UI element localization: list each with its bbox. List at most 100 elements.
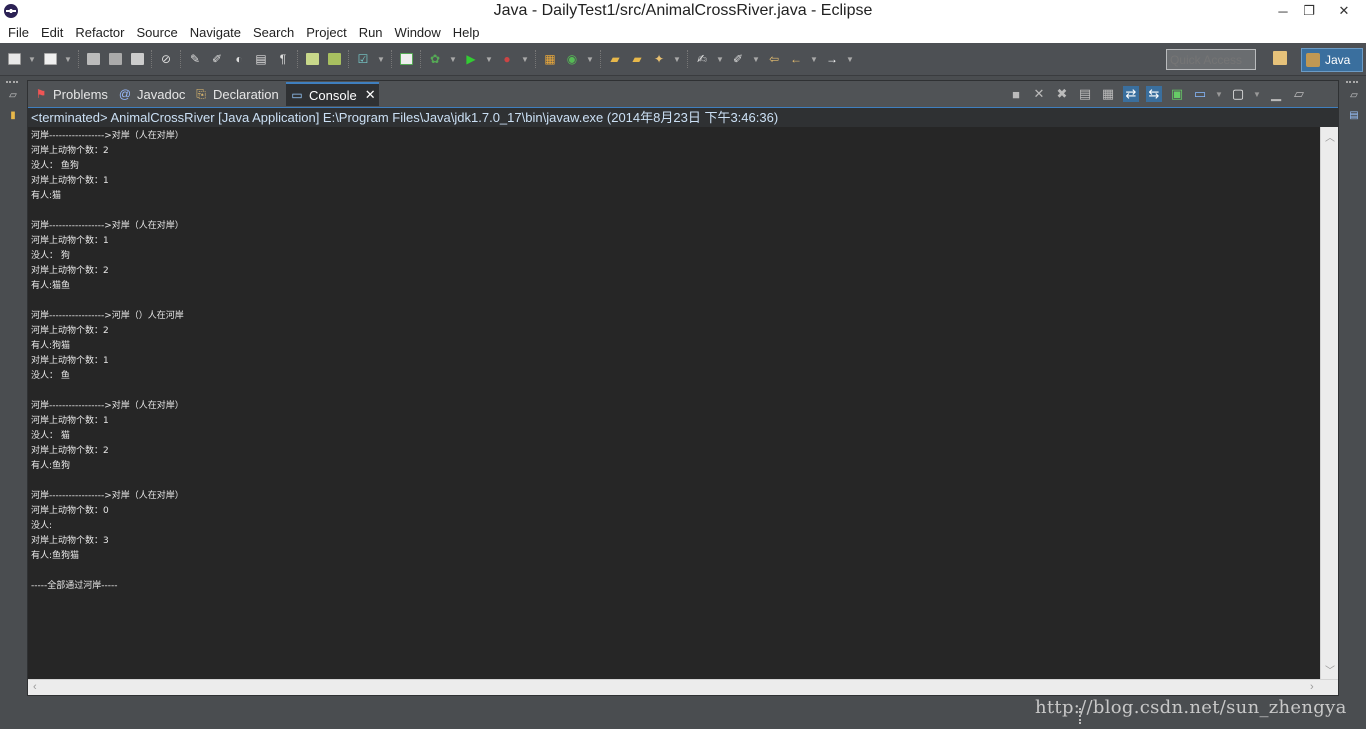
forward-dropdown-icon[interactable]: ▼	[846, 51, 854, 67]
open-folder-icon[interactable]: ▰	[607, 51, 623, 67]
open-task-icon[interactable]: ▰	[629, 51, 645, 67]
pin-console-icon[interactable]: ▣	[1169, 86, 1185, 102]
new-java-project-icon[interactable]: ▦	[542, 51, 558, 67]
remove-all-terminated-icon[interactable]: ✖	[1054, 86, 1070, 102]
clear-console-icon[interactable]: ▤	[1077, 86, 1093, 102]
menu-navigate[interactable]: Navigate	[184, 25, 247, 40]
horizontal-scrollbar[interactable]: ‹ ›	[28, 679, 1338, 695]
wizard-dropdown-icon[interactable]: ▼	[64, 51, 72, 67]
menu-help[interactable]: Help	[447, 25, 486, 40]
menu-file[interactable]: File	[2, 25, 35, 40]
remove-launch-icon[interactable]: ✕	[1031, 86, 1047, 102]
show-whitespace-icon[interactable]: ¶	[275, 51, 291, 67]
forward-icon[interactable]: →	[824, 51, 840, 67]
new-wizard-icon[interactable]	[42, 51, 58, 67]
back-icon[interactable]: ←	[788, 51, 804, 67]
run-icon[interactable]: ▶	[463, 51, 479, 67]
restore-icon[interactable]: ▱	[7, 91, 19, 101]
block-selection-icon[interactable]: ▤	[253, 51, 269, 67]
quick-access-input[interactable]	[1166, 49, 1256, 70]
close-tab-icon[interactable]: ✕	[365, 87, 376, 103]
scroll-left-icon[interactable]: ‹	[33, 681, 37, 693]
menu-refactor[interactable]: Refactor	[69, 25, 130, 40]
close-button[interactable]: ✕	[1322, 0, 1366, 22]
tab-label: Problems	[53, 86, 108, 102]
new-dropdown-icon[interactable]: ▼	[28, 51, 36, 67]
menu-window[interactable]: Window	[389, 25, 447, 40]
minimize-button[interactable]: ─	[1270, 0, 1296, 22]
console-line: 河岸----------------->对岸（人在对岸）	[31, 401, 184, 411]
open-console-icon[interactable]: ▢	[1230, 86, 1246, 102]
menu-project[interactable]: Project	[300, 25, 352, 40]
terminate-icon[interactable]: ■	[1008, 86, 1024, 102]
vertical-scrollbar[interactable]: ︿ ﹀	[1320, 127, 1338, 679]
tab-javadoc[interactable]: @ Javadoc	[114, 82, 186, 106]
console-output[interactable]: 河岸----------------->对岸（人在对岸） 河岸上动物个数：2 没人：…	[28, 127, 1320, 679]
restore-button[interactable]: ❐	[1296, 0, 1322, 22]
scroll-down-icon[interactable]: ﹀	[1325, 662, 1335, 677]
toggle-comment-icon[interactable]: ✎	[187, 51, 203, 67]
next-edit-dropdown-icon[interactable]: ▼	[716, 51, 724, 67]
scroll-up-icon[interactable]: ︿	[1325, 129, 1335, 144]
restore-icon[interactable]: ▱	[1348, 91, 1360, 101]
menu-edit[interactable]: Edit	[35, 25, 69, 40]
external-tools-icon[interactable]: ●	[499, 51, 515, 67]
open-console-dropdown-icon[interactable]: ▼	[1253, 86, 1261, 102]
previous-annotation-icon[interactable]	[326, 51, 342, 67]
tab-label: Declaration	[213, 86, 279, 102]
console-line: -----全部通过河岸-----	[31, 581, 118, 591]
console-line: 对岸上动物个数：2	[31, 446, 109, 456]
minimize-view-icon[interactable]: ▁	[1268, 86, 1284, 102]
console-line: 河岸上动物个数：2	[31, 326, 109, 336]
new-class-icon[interactable]: ◉	[564, 51, 580, 67]
next-edit-icon[interactable]: ✍	[694, 51, 710, 67]
back-dropdown-icon[interactable]: ▼	[810, 51, 818, 67]
package-explorer-icon[interactable]: ▮	[7, 111, 19, 121]
tab-label: Console	[309, 87, 357, 103]
search-icon[interactable]: ✦	[651, 51, 667, 67]
save-icon[interactable]	[85, 51, 101, 67]
back-edit-icon[interactable]: ⇦	[766, 51, 782, 67]
new-icon[interactable]	[6, 51, 22, 67]
external-tools-dropdown-icon[interactable]: ▼	[521, 51, 529, 67]
console-icon: ▭	[291, 88, 303, 102]
scroll-right-icon[interactable]: ›	[1310, 681, 1314, 693]
scroll-lock-icon[interactable]: ▦	[1100, 86, 1116, 102]
tab-declaration[interactable]: ⎘ Declaration	[190, 82, 279, 106]
show-on-output-icon[interactable]: ⇆	[1146, 86, 1162, 102]
word-wrap-icon[interactable]: ⇄	[1123, 86, 1139, 102]
menu-search[interactable]: Search	[247, 25, 300, 40]
open-perspective-icon[interactable]	[1273, 51, 1289, 67]
debug-dropdown-icon[interactable]: ▼	[449, 51, 457, 67]
console-line: 对岸上动物个数：1	[31, 176, 109, 186]
search-dropdown-icon[interactable]: ▼	[673, 51, 681, 67]
display-console-dropdown-icon[interactable]: ▼	[1215, 86, 1223, 102]
console-line: 有人:鱼狗猫	[31, 551, 80, 561]
debug-icon[interactable]: ✿	[427, 51, 443, 67]
task-dropdown-icon[interactable]: ▼	[377, 51, 385, 67]
maximize-view-icon[interactable]: ▱	[1291, 86, 1307, 102]
tab-problems[interactable]: ⚑ Problems	[30, 82, 108, 106]
next-annotation-icon[interactable]	[304, 51, 320, 67]
highlight-icon[interactable]: ✐	[209, 51, 225, 67]
outline-icon[interactable]: ▤	[1348, 111, 1360, 121]
new-class-dropdown-icon[interactable]: ▼	[586, 51, 594, 67]
console-line: 对岸上动物个数：3	[31, 536, 109, 546]
last-edit-icon[interactable]: ✐	[730, 51, 746, 67]
display-console-icon[interactable]: ▭	[1192, 86, 1208, 102]
run-dropdown-icon[interactable]: ▼	[485, 51, 493, 67]
last-edit-dropdown-icon[interactable]: ▼	[752, 51, 760, 67]
declaration-icon: ⎘	[196, 86, 206, 101]
tab-console[interactable]: ▭ Console ✕	[286, 82, 379, 106]
skip-breakpoints-icon[interactable]: ⊘	[158, 51, 174, 67]
open-type-icon[interactable]	[398, 51, 414, 67]
print-icon[interactable]	[129, 51, 145, 67]
task-icon[interactable]: ☑	[355, 51, 371, 67]
java-perspective-button[interactable]: Java	[1301, 48, 1363, 72]
menu-run[interactable]: Run	[353, 25, 389, 40]
save-all-icon[interactable]	[107, 51, 123, 67]
mark-occurrences-icon[interactable]: ◐	[231, 51, 247, 67]
menu-source[interactable]: Source	[131, 25, 184, 40]
